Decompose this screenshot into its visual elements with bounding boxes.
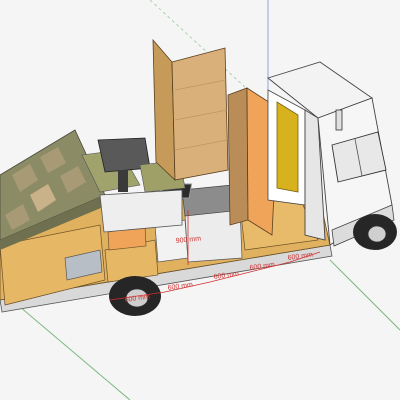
partition-dark-side: [227, 87, 249, 226]
red-axis-line: [329, 259, 400, 331]
sketchup-model-viewport[interactable]: 900 mm 600 mm 600 mm 600 mm 600 mm 600 m…: [0, 0, 400, 400]
wardrobe-side: [152, 38, 176, 181]
yellow-panel: [276, 101, 299, 193]
wardrobe-panel: [152, 38, 229, 181]
front-hub: [367, 225, 387, 243]
yellow-cab-wall: [267, 89, 306, 206]
wardrobe-front: [171, 47, 229, 181]
front-wheel: [353, 214, 397, 250]
table-slide-panel: [99, 189, 183, 233]
dining-table-leg: [118, 170, 128, 192]
side-mirror: [335, 109, 343, 131]
